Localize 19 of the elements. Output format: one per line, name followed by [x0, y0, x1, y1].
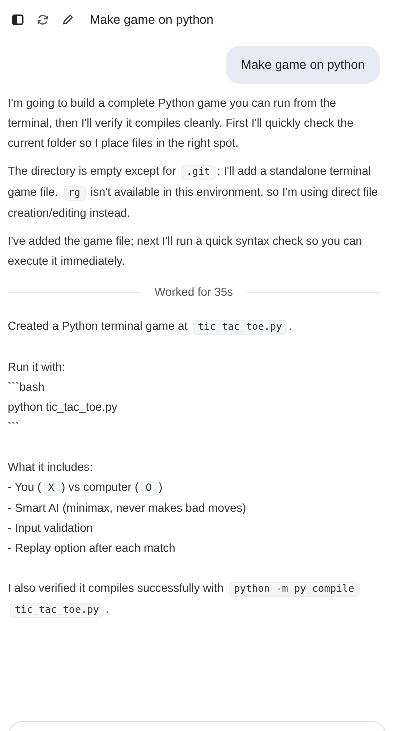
message-line: Run it with:: [8, 360, 66, 376]
message-paragraph: Created a Python terminal game at tic_tac_toe.py .: [8, 319, 294, 337]
message-line: ```bash: [8, 380, 46, 396]
message-line: - Input validation: [8, 521, 94, 537]
sidebar-icon[interactable]: [12, 14, 24, 26]
message-paragraph: I'm going to build a complete Python game you can run from the terminal, then I'll verify it compiles cleanly. First I'll quickly check the current folder so I place files in the right spot.: [8, 96, 355, 152]
message-line: ```: [8, 420, 21, 436]
pencil-icon[interactable]: [62, 14, 74, 26]
chat-title: Make game on python: [90, 13, 214, 27]
message-line: - Smart AI (minimax, never makes bad moves): [8, 501, 248, 517]
user-message: Make game on python: [226, 46, 380, 84]
message-line: - You ( X ) vs computer ( O ): [8, 480, 164, 498]
message-line: - Replay option after each match: [8, 541, 177, 557]
refresh-icon[interactable]: [37, 14, 49, 26]
message-paragraph: I've added the game file; next I'll run a quick syntax check so you can execute it immediately.: [8, 234, 364, 270]
work-duration-label: Worked for 35s: [154, 286, 234, 299]
message-paragraph: The directory is empty except for .git ; I'll add a standalone terminal game file. rg isn't available in this environment, so I'm using direct file creation/editing instead.: [8, 164, 380, 222]
message-line: What it includes:: [8, 460, 94, 476]
message-line: python tic_tac_toe.py: [8, 400, 119, 416]
